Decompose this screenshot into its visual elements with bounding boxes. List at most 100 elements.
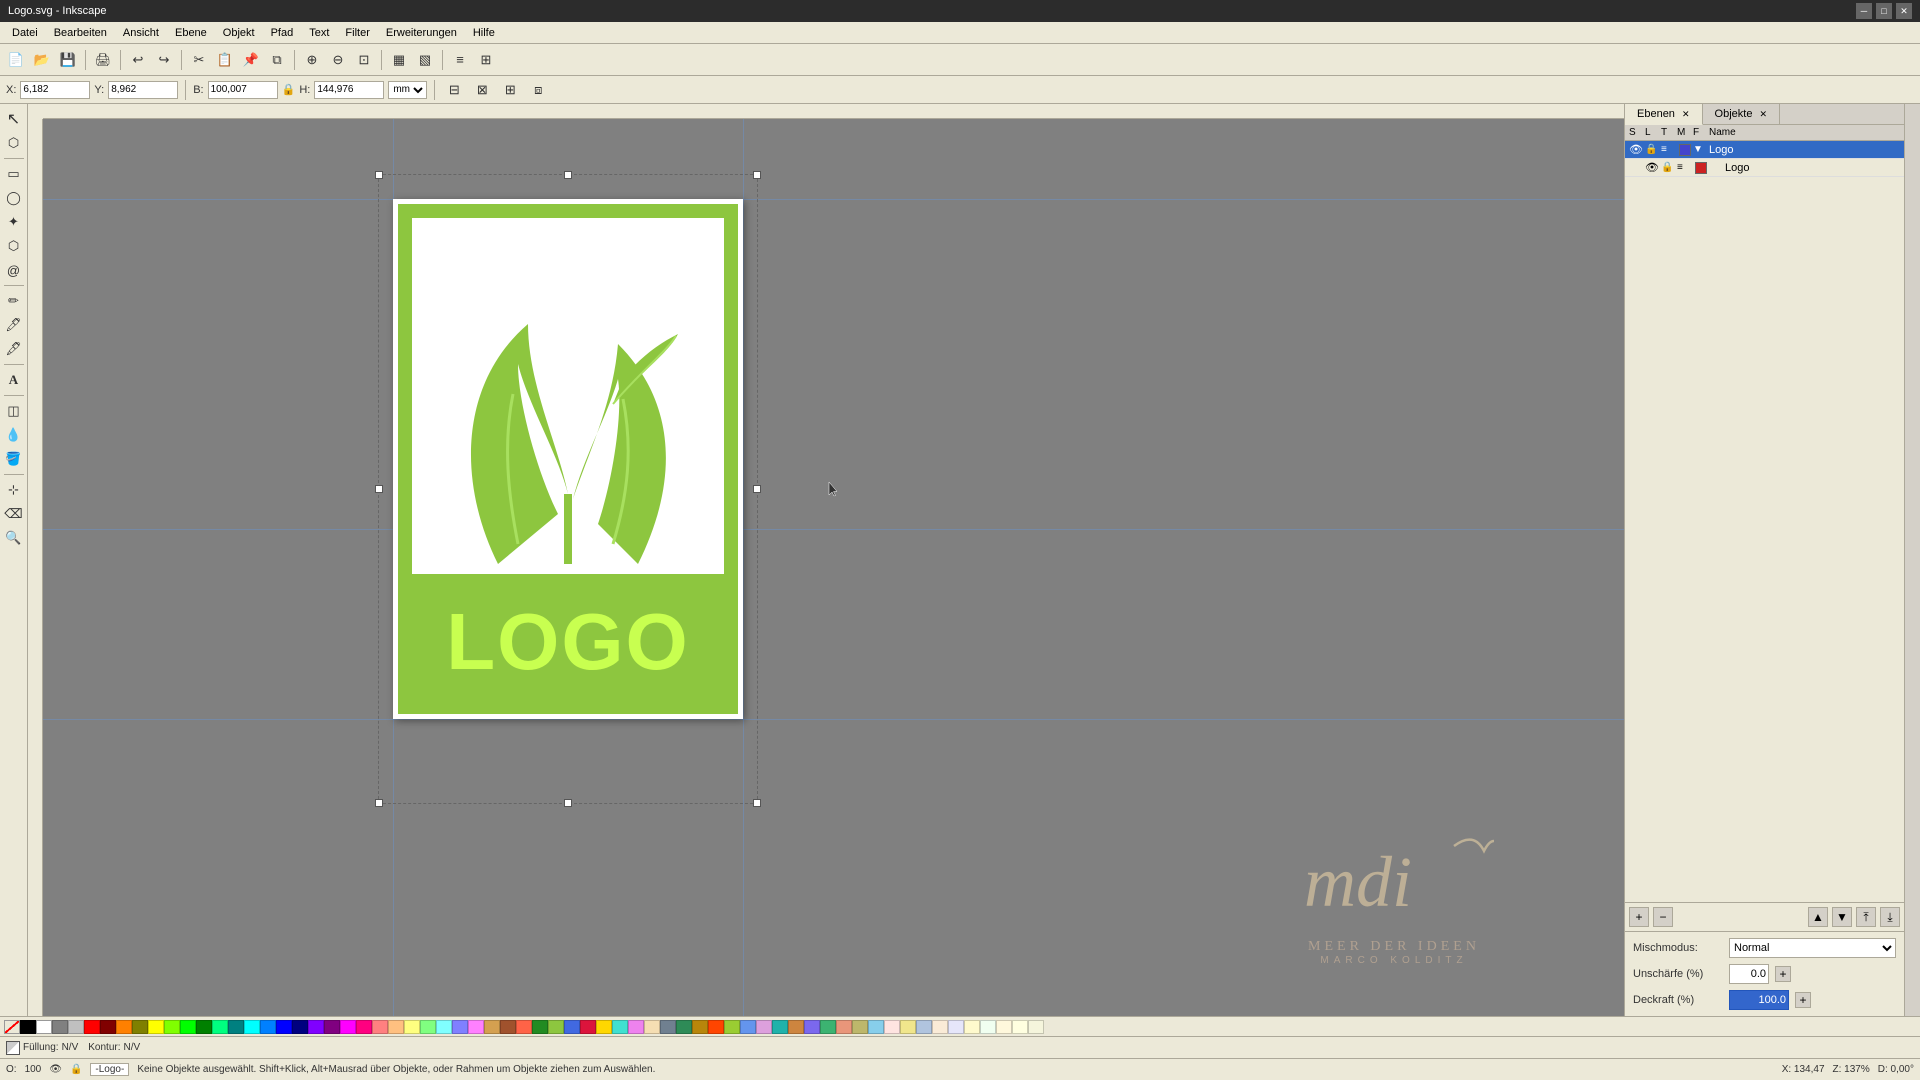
distribute-button[interactable]: ⊞ xyxy=(474,48,498,72)
palette-color-darksalmon[interactable] xyxy=(836,1020,852,1034)
palette-color-blue[interactable] xyxy=(276,1020,292,1034)
undo-button[interactable]: ↩ xyxy=(126,48,150,72)
palette-color-mistyrose[interactable] xyxy=(884,1020,900,1034)
palette-color-royalblue[interactable] xyxy=(564,1020,580,1034)
ungroup-button[interactable]: ▧ xyxy=(413,48,437,72)
save-button[interactable]: 💾 xyxy=(56,48,80,72)
layer-row-2[interactable]: 👁 🔒 ≡ Logo xyxy=(1625,159,1904,177)
menu-bearbeiten[interactable]: Bearbeiten xyxy=(46,25,115,41)
tab-ebenen-close[interactable]: ✕ xyxy=(1682,109,1690,119)
h-input[interactable]: 144,976 xyxy=(314,81,384,99)
palette-color-lightseagreen[interactable] xyxy=(772,1020,788,1034)
palette-color-beige[interactable] xyxy=(1028,1020,1044,1034)
palette-color-tomato[interactable] xyxy=(516,1020,532,1034)
palette-color-white[interactable] xyxy=(36,1020,52,1034)
menu-hilfe[interactable]: Hilfe xyxy=(465,25,503,41)
print-button[interactable]: 🖨 xyxy=(91,48,115,72)
palette-color-yellowgreen[interactable] xyxy=(724,1020,740,1034)
palette-color-darkkhaki[interactable] xyxy=(852,1020,868,1034)
palette-color-orangered[interactable] xyxy=(708,1020,724,1034)
palette-color-brown[interactable] xyxy=(500,1020,516,1034)
palette-color-yellow[interactable] xyxy=(148,1020,164,1034)
tab-objekte[interactable]: Objekte ✕ xyxy=(1703,104,1781,124)
handle-bottom-middle[interactable] xyxy=(564,799,572,807)
deckraft-add[interactable]: + xyxy=(1795,992,1811,1008)
transform-tool[interactable]: ⊹ xyxy=(3,479,25,501)
close-button[interactable]: ✕ xyxy=(1896,3,1912,19)
open-button[interactable]: 📂 xyxy=(30,48,54,72)
minimize-button[interactable]: ─ xyxy=(1856,3,1872,19)
calligraphy-tool[interactable]: 🖋 xyxy=(3,338,25,360)
palette-color-lightcyan[interactable] xyxy=(436,1020,452,1034)
select-tool[interactable]: ↖ xyxy=(3,108,25,130)
palette-color-antiquewhite[interactable] xyxy=(932,1020,948,1034)
palette-color-cornsilk[interactable] xyxy=(996,1020,1012,1034)
palette-color-red[interactable] xyxy=(84,1020,100,1034)
text-tool[interactable]: A xyxy=(3,369,25,391)
unschaerfe-add[interactable]: + xyxy=(1775,966,1791,982)
zoom-out-button[interactable]: ⊖ xyxy=(326,48,350,72)
palette-color-gold[interactable] xyxy=(484,1020,500,1034)
zoom-fit-button[interactable]: ⊡ xyxy=(352,48,376,72)
fill-swatch[interactable] xyxy=(6,1041,20,1055)
layer-top-button[interactable]: ⤒ xyxy=(1856,907,1876,927)
layer2-eye[interactable]: 👁 xyxy=(1645,161,1661,174)
cut-button[interactable]: ✂ xyxy=(187,48,211,72)
palette-color-rose[interactable] xyxy=(356,1020,372,1034)
palette-color-leafgreen[interactable] xyxy=(548,1020,564,1034)
palette-color-peru[interactable] xyxy=(788,1020,804,1034)
deckraft-input[interactable]: 100.0 xyxy=(1729,990,1789,1010)
handle-top-right[interactable] xyxy=(753,171,761,179)
dropper-tool[interactable]: 💧 xyxy=(3,424,25,446)
palette-color-salmon[interactable] xyxy=(372,1020,388,1034)
align-button[interactable]: ≡ xyxy=(448,48,472,72)
layer1-lock[interactable]: 🔒 xyxy=(1645,144,1661,155)
menu-ebene[interactable]: Ebene xyxy=(167,25,215,41)
palette-color-medslateblue[interactable] xyxy=(804,1020,820,1034)
handle-bottom-left[interactable] xyxy=(375,799,383,807)
group-button[interactable]: ▦ xyxy=(387,48,411,72)
handle-bottom-right[interactable] xyxy=(753,799,761,807)
palette-color-teal[interactable] xyxy=(228,1020,244,1034)
y-input[interactable]: 8,962 xyxy=(108,81,178,99)
palette-color-peach[interactable] xyxy=(388,1020,404,1034)
copy-button[interactable]: 📋 xyxy=(213,48,237,72)
palette-color-magenta[interactable] xyxy=(340,1020,356,1034)
palette-color-green[interactable] xyxy=(196,1020,212,1034)
palette-color-spring[interactable] xyxy=(212,1020,228,1034)
transform-btn-3[interactable]: ⊞ xyxy=(498,78,522,102)
menu-filter[interactable]: Filter xyxy=(337,25,377,41)
mischmodus-select[interactable]: Normal Multiply Screen Overlay xyxy=(1729,938,1896,958)
drawing-canvas[interactable]: LOGO mdi xyxy=(43,119,1624,1016)
palette-color-lightgreen[interactable] xyxy=(420,1020,436,1034)
palette-color-azure[interactable] xyxy=(260,1020,276,1034)
palette-color-gray[interactable] xyxy=(52,1020,68,1034)
layer2-list[interactable]: ≡ xyxy=(1677,162,1693,173)
palette-color-lightsteelblue[interactable] xyxy=(916,1020,932,1034)
palette-color-forestgreen[interactable] xyxy=(532,1020,548,1034)
maximize-button[interactable]: □ xyxy=(1876,3,1892,19)
layer2-lock[interactable]: 🔒 xyxy=(1661,162,1677,173)
node-tool[interactable]: ⬡ xyxy=(3,132,25,154)
menu-pfad[interactable]: Pfad xyxy=(263,25,302,41)
add-layer-button[interactable]: + xyxy=(1629,907,1649,927)
palette-color-lightblue[interactable] xyxy=(452,1020,468,1034)
star-tool[interactable]: ✦ xyxy=(3,211,25,233)
palette-color-black[interactable] xyxy=(20,1020,36,1034)
menu-ansicht[interactable]: Ansicht xyxy=(115,25,167,41)
ellipse-tool[interactable]: ◯ xyxy=(3,187,25,209)
rect-tool[interactable]: ▭ xyxy=(3,163,25,185)
palette-color-plum[interactable] xyxy=(756,1020,772,1034)
palette-color-lightyellow[interactable] xyxy=(404,1020,420,1034)
b-input[interactable]: 100,007 xyxy=(208,81,278,99)
transform-btn-1[interactable]: ⊟ xyxy=(442,78,466,102)
handle-middle-right[interactable] xyxy=(753,485,761,493)
spiral-tool[interactable]: @ xyxy=(3,259,25,281)
layer1-eye[interactable]: 👁 xyxy=(1629,143,1645,156)
handle-top-middle[interactable] xyxy=(564,171,572,179)
remove-layer-button[interactable]: − xyxy=(1653,907,1673,927)
redo-button[interactable]: ↪ xyxy=(152,48,176,72)
tab-ebenen[interactable]: Ebenen ✕ xyxy=(1625,104,1703,125)
layer1-list[interactable]: ≡ xyxy=(1661,144,1677,155)
palette-color-seagreen[interactable] xyxy=(676,1020,692,1034)
